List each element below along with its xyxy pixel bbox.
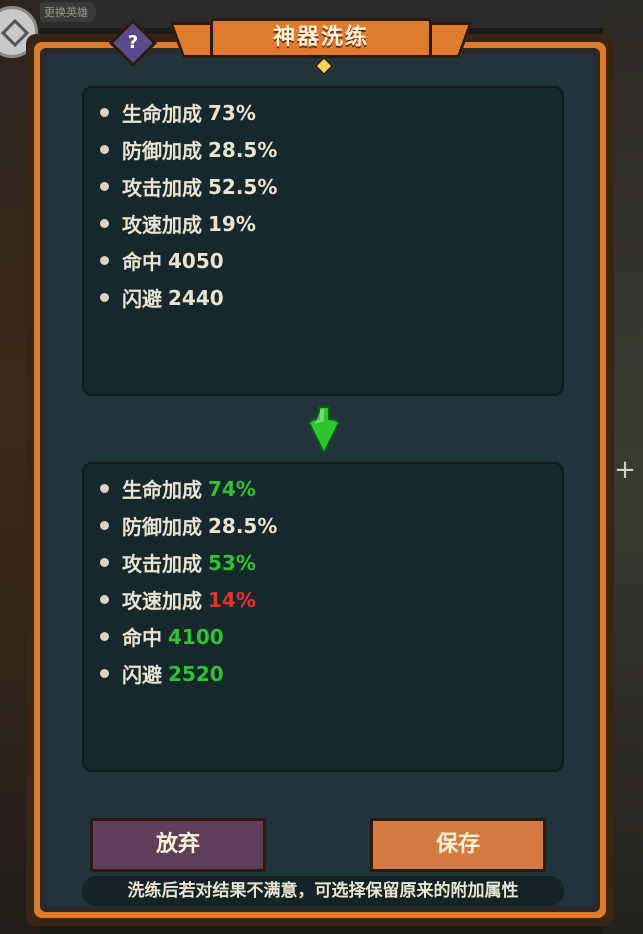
current-stats-box: 生命加成 73% 防御加成 28.5% 攻击加成 52.5% 攻速加成 19% 命中 40…	[82, 86, 564, 396]
bullet-icon	[100, 256, 109, 265]
stat-row: 攻速加成 14%	[100, 581, 562, 618]
stat-row: 命中 4100	[100, 618, 562, 655]
bullet-icon	[100, 484, 109, 493]
stat-row: 生命加成 73%	[100, 94, 562, 131]
stat-name: 攻击加成	[122, 552, 202, 576]
stat-name: 攻击加成	[122, 176, 202, 200]
question-icon: ?	[127, 32, 139, 53]
stat-name: 生命加成	[122, 102, 202, 126]
stat-value-increased: 2520	[168, 661, 224, 686]
refined-stats-box: 生命加成 74% 防御加成 28.5% 攻击加成 53% 攻速加成 14% 命中 4100…	[82, 462, 564, 772]
stat-name: 命中	[122, 626, 162, 650]
stat-row: 生命加成 74%	[100, 470, 562, 507]
stat-name: 生命加成	[122, 478, 202, 502]
stat-row: 攻击加成 52.5%	[100, 168, 562, 205]
stat-name: 防御加成	[122, 139, 202, 163]
bullet-icon	[100, 632, 109, 641]
stat-value-decreased: 14%	[208, 587, 256, 612]
stat-name: 闪避	[122, 287, 162, 311]
bullet-icon	[100, 145, 109, 154]
stat-row: 防御加成 28.5%	[100, 131, 562, 168]
stat-value-increased: 53%	[208, 550, 256, 575]
stat-name: 攻速加成	[122, 213, 202, 237]
bullet-icon	[100, 521, 109, 530]
bullet-icon	[100, 182, 109, 191]
give-up-button[interactable]: 放弃	[90, 818, 266, 872]
stat-row: 命中 4050	[100, 242, 562, 279]
refine-hint-text: 洗练后若对结果不满意，可选择保留原来的附加属性	[82, 876, 564, 906]
stat-row: 攻速加成 19%	[100, 205, 562, 242]
bullet-icon	[100, 595, 109, 604]
stat-value: 73%	[208, 100, 256, 125]
bullet-icon	[100, 293, 109, 302]
dialog-title: 神器洗练	[210, 18, 432, 58]
stat-name: 防御加成	[122, 515, 202, 539]
down-arrow-icon	[307, 406, 341, 455]
bullet-icon	[100, 219, 109, 228]
bullet-icon	[100, 558, 109, 567]
stat-row: 防御加成 28.5%	[100, 507, 562, 544]
plus-icon[interactable]: +	[611, 456, 639, 484]
stat-value: 28.5%	[208, 513, 278, 538]
stat-name: 闪避	[122, 663, 162, 687]
stat-name: 攻速加成	[122, 589, 202, 613]
current-stats-list: 生命加成 73% 防御加成 28.5% 攻击加成 52.5% 攻速加成 19% 命中 40…	[84, 88, 562, 316]
stat-row: 攻击加成 53%	[100, 544, 562, 581]
stat-value: 4050	[168, 248, 224, 273]
title-banner: 神器洗练	[169, 16, 473, 76]
stat-row: 闪避 2520	[100, 655, 562, 692]
refined-stats-list: 生命加成 74% 防御加成 28.5% 攻击加成 53% 攻速加成 14% 命中 4100…	[84, 464, 562, 692]
stat-value: 2440	[168, 285, 224, 310]
stat-name: 命中	[122, 250, 162, 274]
stat-value: 28.5%	[208, 137, 278, 162]
bullet-icon	[100, 108, 109, 117]
stat-value: 52.5%	[208, 174, 278, 199]
stat-value: 19%	[208, 211, 256, 236]
save-button[interactable]: 保存	[370, 818, 546, 872]
stat-value-increased: 4100	[168, 624, 224, 649]
stat-row: 闪避 2440	[100, 279, 562, 316]
stat-value-increased: 74%	[208, 476, 256, 501]
bullet-icon	[100, 669, 109, 678]
